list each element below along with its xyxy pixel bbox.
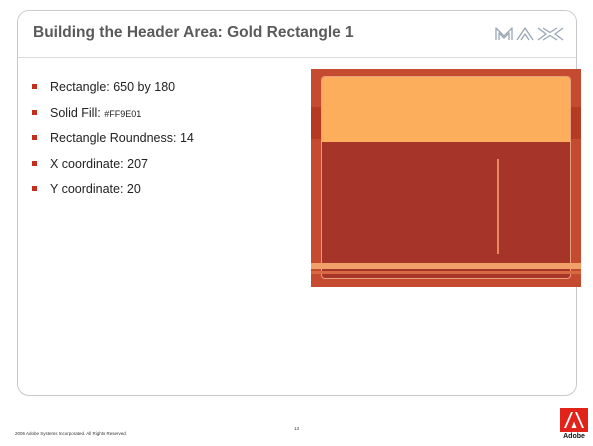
- bullet-text: Rectangle: 650 by 180: [50, 80, 176, 94]
- gold-rectangle: [322, 77, 570, 142]
- copyright-text: 2006 Adobe Systems Incorporated. All Rig…: [15, 431, 128, 436]
- preview-divider: [497, 159, 499, 254]
- bullet-marker: [32, 135, 37, 140]
- slide-header: Building the Header Area: Gold Rectangle…: [18, 11, 576, 58]
- bullet-marker: [32, 109, 37, 115]
- slide-title: Building the Header Area: Gold Rectangle…: [33, 24, 354, 41]
- adobe-brand-text: Adobe: [563, 433, 585, 440]
- bullet-marker: [32, 84, 37, 89]
- bullet-marker: [32, 186, 37, 191]
- header-preview-image: [311, 69, 581, 287]
- bullet-text: Y coordinate: 20: [50, 182, 141, 196]
- bullet-text: Solid Fill:: [50, 105, 105, 120]
- page-number: 13: [294, 426, 300, 431]
- slide: Building the Header Area: Gold Rectangle…: [0, 0, 593, 446]
- bullet-item: Y coordinate: 20: [32, 181, 194, 207]
- preview-card: [321, 76, 571, 279]
- bullet-item: Rectangle Roundness: 14: [32, 130, 194, 156]
- fill-color-code: #FF9E01: [104, 108, 142, 119]
- bullet-marker: [32, 160, 37, 166]
- preview-strip: [311, 263, 581, 269]
- bullet-item: Solid Fill: #FF9E01: [32, 105, 194, 131]
- bullet-text: X coordinate: 207: [50, 156, 148, 171]
- bullet-text: Rectangle Roundness: 14: [50, 131, 194, 145]
- preview-strip-shadow: [311, 271, 581, 274]
- bullet-list: Rectangle: 650 by 180 Solid Fill: #FF9E0…: [32, 79, 194, 207]
- max-logo: [495, 27, 564, 41]
- bullet-item: Rectangle: 650 by 180: [32, 79, 194, 105]
- bullet-item: X coordinate: 207: [32, 156, 194, 182]
